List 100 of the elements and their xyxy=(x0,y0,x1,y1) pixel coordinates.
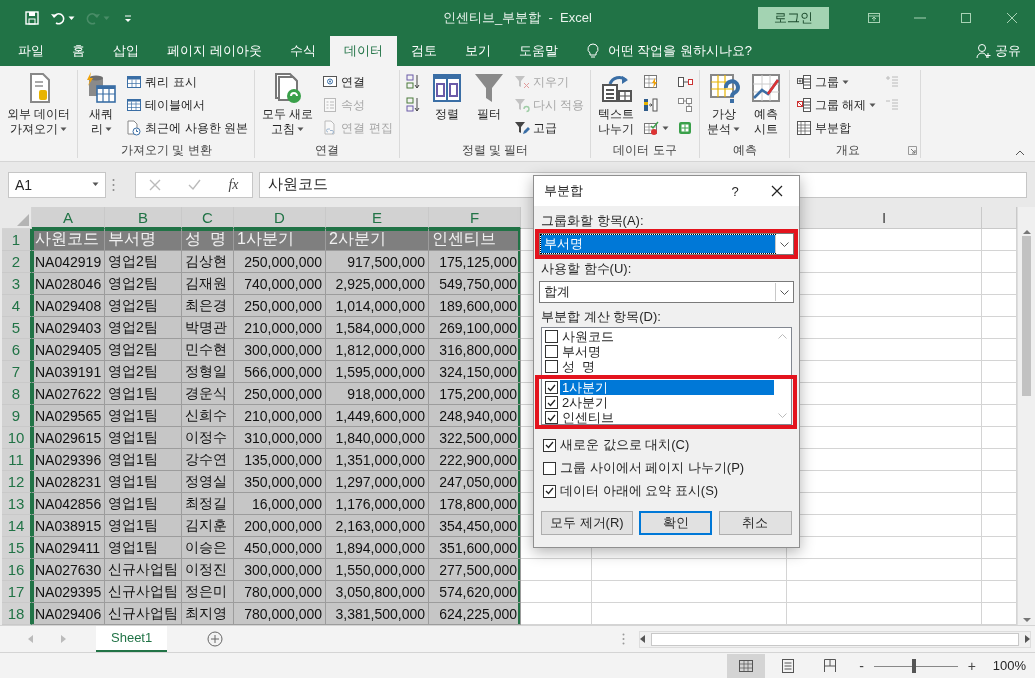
header-cell: 사원코드 xyxy=(32,229,105,251)
table-cell: 1,812,000,000 xyxy=(326,339,429,361)
table-cell: 신규사업팀 xyxy=(105,581,182,603)
table-cell: 영업2팀 xyxy=(105,361,182,383)
dropdown-value: 합계 xyxy=(543,283,571,301)
table-cell: 247,050,000 xyxy=(429,471,521,493)
table-cell: 영업2팀 xyxy=(105,317,182,339)
table-cell: NA029405 xyxy=(32,339,105,361)
table-cell: 316,800,000 xyxy=(429,339,521,361)
table-cell: 정영실 xyxy=(182,471,234,493)
group-label: 가져오기 및 변환 xyxy=(119,142,213,158)
table-cell: 영업2팀 xyxy=(105,251,182,273)
table-cell: 영업1팀 xyxy=(105,449,182,471)
table-cell: 2,925,000,000 xyxy=(326,273,429,295)
table-cell: 민수현 xyxy=(182,339,234,361)
table-cell: NA029395 xyxy=(32,581,105,603)
table-cell: 200,000,000 xyxy=(234,515,326,537)
table-cell: 박명관 xyxy=(182,317,234,339)
table-cell: 신규사업팀 xyxy=(105,603,182,625)
table-cell: 2,163,000,000 xyxy=(326,515,429,537)
table-cell: NA028046 xyxy=(32,273,105,295)
table-cell: 450,000,000 xyxy=(234,537,326,559)
table-cell: NA027622 xyxy=(32,383,105,405)
table-cell: 178,800,000 xyxy=(429,493,521,515)
table-cell: 이정진 xyxy=(182,559,234,581)
table-cell: 3,381,500,000 xyxy=(326,603,429,625)
table-cell: 210,000,000 xyxy=(234,317,326,339)
table-cell: 300,000,000 xyxy=(234,559,326,581)
header-cell: 부서명 xyxy=(105,229,182,251)
table-cell: 1,351,000,000 xyxy=(326,449,429,471)
table-cell: 250,000,000 xyxy=(234,251,326,273)
table-cell: 222,900,000 xyxy=(429,449,521,471)
header-cell: 인센티브 xyxy=(429,229,521,251)
table-cell: 이정수 xyxy=(182,427,234,449)
table-cell: 250,000,000 xyxy=(234,383,326,405)
table-cell: 300,000,000 xyxy=(234,339,326,361)
window-title: 인센티브_부분합 - Excel xyxy=(443,9,592,27)
table-cell: 1,449,600,000 xyxy=(326,405,429,427)
table-cell: 248,940,000 xyxy=(429,405,521,427)
table-cell: 최은경 xyxy=(182,295,234,317)
table-cell: 영업2팀 xyxy=(105,339,182,361)
table-cell: 1,894,000,000 xyxy=(326,537,429,559)
table-cell: 1,014,000,000 xyxy=(326,295,429,317)
table-cell: NA029565 xyxy=(32,405,105,427)
table-cell: NA029408 xyxy=(32,295,105,317)
table-cell: 영업1팀 xyxy=(105,405,182,427)
table-cell: 영업1팀 xyxy=(105,493,182,515)
table-cell: NA042919 xyxy=(32,251,105,273)
table-cell: 강수연 xyxy=(182,449,234,471)
table-cell: NA027630 xyxy=(32,559,105,581)
field-label: 그룹화할 항목(A): xyxy=(541,212,644,229)
table-cell: 780,000,000 xyxy=(234,581,326,603)
table-cell: 277,500,000 xyxy=(429,559,521,581)
dialog-title: 부분합 xyxy=(544,182,584,200)
table-cell: 16,000,000 xyxy=(234,493,326,515)
option-label: 데이터 아래에 요약 표시(S) xyxy=(560,482,719,500)
header-cell: 성 명 xyxy=(182,229,234,251)
table-cell: 1,595,000,000 xyxy=(326,361,429,383)
header-cell: 1사분기 xyxy=(234,229,326,251)
option-label: 새로운 값으로 대치(C) xyxy=(560,436,690,454)
table-cell: 영업1팀 xyxy=(105,537,182,559)
table-cell: 250,000,000 xyxy=(234,295,326,317)
header-cell: 2사분기 xyxy=(326,229,429,251)
group-label: 개요 xyxy=(835,142,862,158)
table-cell: 김재원 xyxy=(182,273,234,295)
table-cell: 135,000,000 xyxy=(234,449,326,471)
table-cell: 1,840,000,000 xyxy=(326,427,429,449)
table-cell: 1,176,000,000 xyxy=(326,493,429,515)
table-cell: 324,150,000 xyxy=(429,361,521,383)
table-cell: NA029615 xyxy=(32,427,105,449)
table-cell: 정형일 xyxy=(182,361,234,383)
table-cell: 영업1팀 xyxy=(105,383,182,405)
table-cell: 310,000,000 xyxy=(234,427,326,449)
table-cell: 이승은 xyxy=(182,537,234,559)
table-cell: 740,000,000 xyxy=(234,273,326,295)
table-cell: 574,620,000 xyxy=(429,581,521,603)
group-label: 연결 xyxy=(313,142,340,158)
table-cell: 351,600,000 xyxy=(429,537,521,559)
group-label: 정렬 및 필터 xyxy=(460,142,530,158)
table-cell: 350,000,000 xyxy=(234,471,326,493)
table-cell: 918,000,000 xyxy=(326,383,429,405)
table-cell: NA029406 xyxy=(32,603,105,625)
table-cell: 549,750,000 xyxy=(429,273,521,295)
group-label: 예측 xyxy=(731,142,758,158)
table-cell: 917,500,000 xyxy=(326,251,429,273)
table-cell: 1,297,000,000 xyxy=(326,471,429,493)
dropdown-value: 부서명 xyxy=(541,235,775,253)
table-cell: NA042856 xyxy=(32,493,105,515)
table-cell: 정은미 xyxy=(182,581,234,603)
table-cell: 김지훈 xyxy=(182,515,234,537)
table-cell: 영업1팀 xyxy=(105,515,182,537)
cell-reference: A1 xyxy=(15,176,33,193)
table-cell: 322,500,000 xyxy=(429,427,521,449)
table-cell: 영업2팀 xyxy=(105,273,182,295)
group-label: 데이터 도구 xyxy=(612,142,678,158)
table-cell: 영업1팀 xyxy=(105,427,182,449)
table-cell: 269,100,000 xyxy=(429,317,521,339)
table-cell: 780,000,000 xyxy=(234,603,326,625)
table-cell: 175,200,000 xyxy=(429,383,521,405)
table-cell: 신규사업팀 xyxy=(105,559,182,581)
